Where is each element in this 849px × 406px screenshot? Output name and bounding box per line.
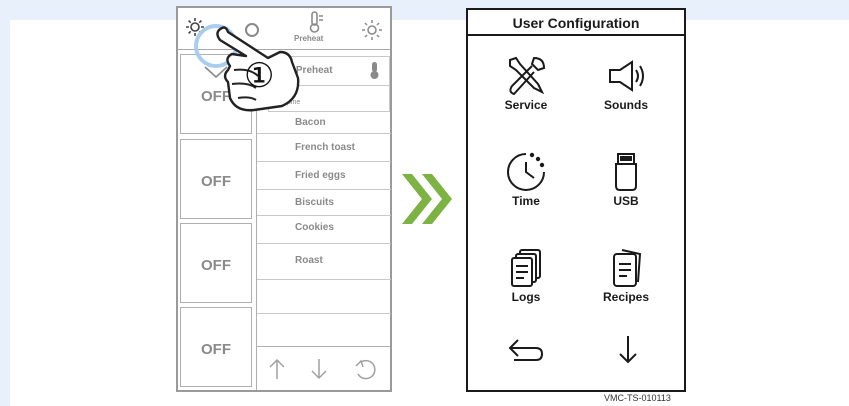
back-icon[interactable] bbox=[506, 336, 546, 364]
recipes-icon bbox=[613, 249, 642, 287]
next-arrows-icon bbox=[402, 174, 452, 224]
service-button[interactable]: Service bbox=[486, 54, 566, 112]
zone-2[interactable]: OFF bbox=[180, 139, 252, 219]
list-item[interactable]: Bacon bbox=[257, 112, 391, 134]
zone-status: OFF bbox=[201, 173, 231, 190]
wrench-screwdriver-icon bbox=[509, 56, 546, 96]
logs-button[interactable]: Logs bbox=[486, 246, 566, 304]
list-item[interactable]: Roast bbox=[257, 244, 391, 280]
step-marker: ① bbox=[244, 56, 275, 96]
time-label: Time bbox=[512, 194, 540, 208]
sounds-button[interactable]: Sounds bbox=[586, 54, 666, 112]
logs-icon bbox=[511, 249, 541, 287]
zone-4[interactable]: OFF bbox=[180, 307, 252, 387]
sounds-label: Sounds bbox=[604, 98, 648, 112]
down-arrow-icon[interactable] bbox=[309, 357, 329, 381]
usb-icon bbox=[615, 153, 637, 191]
zone-3[interactable]: OFF bbox=[180, 223, 252, 303]
zone-status: OFF bbox=[201, 257, 231, 274]
list-item-empty bbox=[257, 314, 391, 346]
logs-label: Logs bbox=[511, 290, 541, 304]
recipes-button[interactable]: Recipes bbox=[586, 246, 666, 304]
usb-label: USB bbox=[613, 194, 639, 208]
bottom-nav bbox=[256, 346, 390, 390]
list-item[interactable]: French toast bbox=[257, 134, 391, 162]
recipes-label: Recipes bbox=[602, 290, 650, 304]
list-item-empty bbox=[257, 280, 391, 314]
list-item[interactable]: Fried eggs bbox=[257, 162, 391, 190]
list-item[interactable]: Cookies bbox=[257, 216, 391, 244]
service-label: Service bbox=[504, 98, 548, 112]
page-title: User Configuration bbox=[468, 10, 684, 36]
zone-status: OFF bbox=[201, 341, 231, 358]
document-code: VMC-TS-010113 bbox=[604, 393, 671, 403]
undo-icon[interactable] bbox=[353, 357, 379, 381]
usb-button[interactable]: USB bbox=[586, 150, 666, 208]
speaker-icon bbox=[609, 60, 644, 92]
clock-icon bbox=[507, 152, 545, 191]
preheat-small-icon bbox=[370, 62, 379, 79]
up-arrow-icon[interactable] bbox=[267, 357, 287, 381]
sun-icon[interactable] bbox=[360, 18, 384, 42]
time-button[interactable]: Time bbox=[486, 150, 566, 208]
list-item[interactable]: Biscuits bbox=[257, 190, 391, 216]
down-arrow-icon[interactable] bbox=[616, 334, 640, 364]
user-configuration-screen: User Configuration Service Sounds Time U… bbox=[466, 8, 686, 392]
